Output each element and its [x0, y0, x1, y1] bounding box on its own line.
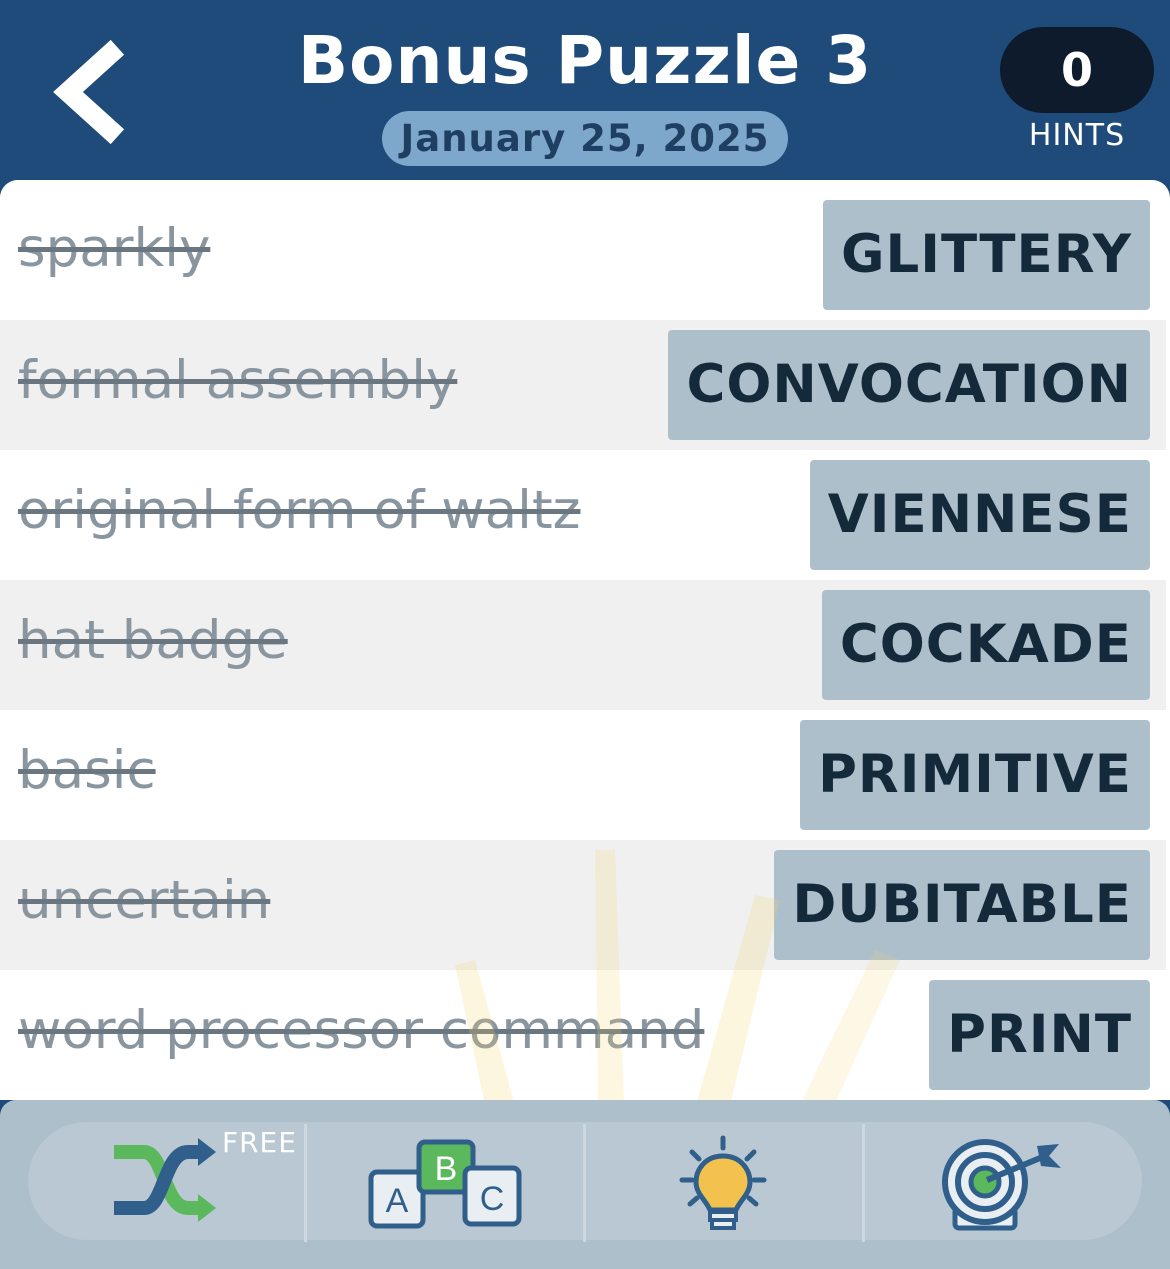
list-item: hat badge COCKADE [0, 580, 1166, 710]
hints-counter[interactable]: 0 [1000, 27, 1154, 113]
hints-label: HINTS [1028, 118, 1126, 153]
target-button[interactable] [865, 1122, 1139, 1240]
list-item: uncertain DUBITABLE [0, 840, 1166, 970]
reveal-letter-button[interactable]: A B C [307, 1122, 581, 1240]
clue-text: uncertain [18, 870, 271, 931]
solved-word-list: sparkly GLITTERY formal assembly CONVOCA… [0, 180, 1170, 1100]
list-item: sparkly GLITTERY [0, 180, 1166, 310]
answer-tile: VIENNESE [809, 460, 1150, 570]
target-icon [942, 1139, 1061, 1231]
clue-text: word processor command [18, 1000, 705, 1061]
free-badge: FREE [222, 1126, 297, 1159]
answer-tile: DUBITABLE [774, 850, 1150, 960]
lightbulb-icon [679, 1135, 767, 1230]
letter-block-a: A [386, 1182, 409, 1220]
letter-block-c: C [480, 1180, 505, 1218]
list-item: formal assembly CONVOCATION [0, 320, 1166, 450]
list-item: basic PRIMITIVE [0, 710, 1166, 840]
date-badge: January 25, 2025 [382, 111, 788, 166]
letter-blocks-icon: A B C [368, 1139, 522, 1229]
clue-text: formal assembly [18, 350, 458, 411]
answer-tile: CONVOCATION [668, 330, 1150, 440]
answer-tile: PRIMITIVE [800, 720, 1150, 830]
answer-tile: PRINT [929, 980, 1150, 1090]
hint-button[interactable] [586, 1122, 860, 1240]
answer-tile: GLITTERY [822, 200, 1150, 310]
list-item: original form of waltz VIENNESE [0, 450, 1166, 580]
clue-text: basic [18, 740, 156, 801]
header-bar: Bonus Puzzle 3 January 25, 2025 0 HINTS [0, 0, 1170, 200]
list-item: word processor command PRINT [0, 970, 1166, 1100]
clue-text: original form of waltz [18, 480, 581, 541]
clue-text: hat badge [18, 610, 288, 671]
page-title: Bonus Puzzle 3 [297, 22, 873, 99]
clue-text: sparkly [18, 218, 211, 279]
answer-tile: COCKADE [821, 590, 1150, 700]
letter-block-b: B [435, 1150, 458, 1188]
